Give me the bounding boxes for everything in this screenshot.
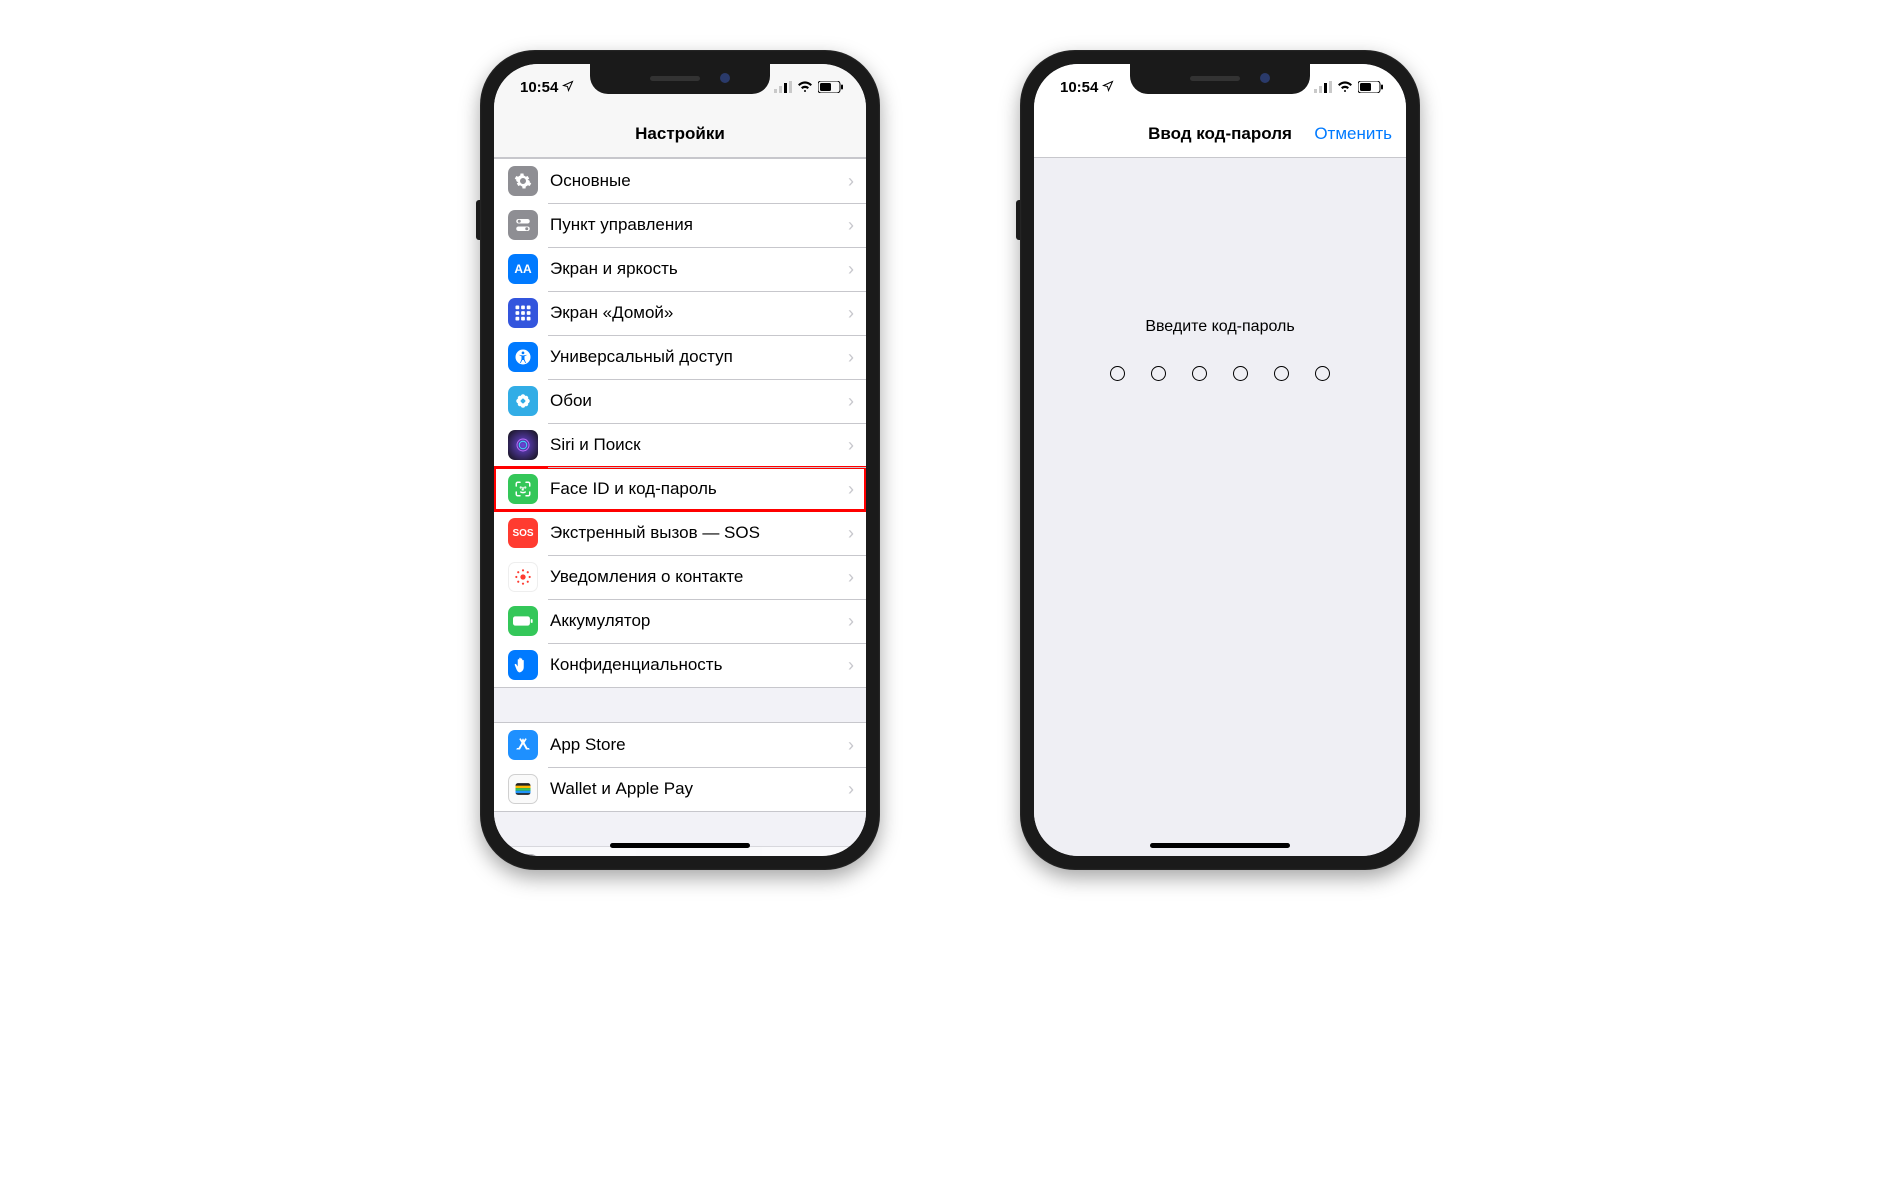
row-privacy[interactable]: Конфиденциальность › [494, 643, 866, 687]
screen-passcode: 10:54 Ввод код-пароля Отменить [1034, 64, 1406, 856]
row-label: Аккумулятор [550, 611, 848, 631]
row-label: Wallet и Apple Pay [550, 779, 848, 799]
chevron-right-icon: › [848, 304, 854, 322]
row-appstore[interactable]: App Store › [494, 723, 866, 767]
chevron-right-icon: › [848, 392, 854, 410]
cellular-icon [774, 81, 792, 93]
appstore-icon [508, 730, 538, 760]
passcode-dot [1192, 366, 1207, 381]
screen-settings: 10:54 Настройки [494, 64, 866, 856]
exposure-notification-icon [508, 562, 538, 592]
row-label: Экран «Домой» [550, 303, 848, 323]
gear-icon [508, 166, 538, 196]
notch [590, 64, 770, 94]
chevron-right-icon: › [848, 736, 854, 754]
accessibility-icon [508, 342, 538, 372]
battery-icon [508, 606, 538, 636]
chevron-right-icon: › [848, 260, 854, 278]
hand-icon [508, 650, 538, 680]
key-icon [508, 854, 538, 856]
row-label: Face ID и код-пароль [550, 479, 848, 499]
row-label: Обои [550, 391, 848, 411]
row-display[interactable]: AA Экран и яркость › [494, 247, 866, 291]
row-exposure[interactable]: Уведомления о контакте › [494, 555, 866, 599]
nav-bar-settings: Настройки [494, 110, 866, 158]
chevron-right-icon: › [848, 656, 854, 674]
row-battery[interactable]: Аккумулятор › [494, 599, 866, 643]
row-label: App Store [550, 735, 848, 755]
row-sos[interactable]: SOS Экстренный вызов — SOS › [494, 511, 866, 555]
wifi-icon [797, 81, 813, 93]
location-arrow-icon [1102, 79, 1114, 96]
chevron-right-icon: › [848, 348, 854, 366]
row-accessibility[interactable]: Универсальный доступ › [494, 335, 866, 379]
toggles-icon [508, 210, 538, 240]
status-right [774, 81, 844, 93]
row-label: Конфиденциальность [550, 655, 848, 675]
row-siri[interactable]: Siri и Поиск › [494, 423, 866, 467]
page-title: Ввод код-пароля [1148, 124, 1292, 144]
battery-icon [818, 81, 844, 93]
chevron-right-icon: › [848, 436, 854, 454]
notch [1130, 64, 1310, 94]
nav-bar-passcode: Ввод код-пароля Отменить [1034, 110, 1406, 158]
row-label: Экстренный вызов — SOS [550, 523, 848, 543]
settings-content[interactable]: Основные › Пункт управления › AA Экран и… [494, 158, 866, 856]
row-label: Основные [550, 171, 848, 191]
row-label: Уведомления о контакте [550, 567, 848, 587]
status-right [1314, 81, 1384, 93]
row-wallet[interactable]: Wallet и Apple Pay › [494, 767, 866, 811]
passcode-dot [1151, 366, 1166, 381]
row-faceid[interactable]: Face ID и код-пароль › [494, 467, 866, 511]
chevron-right-icon: › [848, 172, 854, 190]
home-indicator[interactable] [610, 843, 750, 848]
status-time: 10:54 [1060, 79, 1098, 96]
battery-icon [1358, 81, 1384, 93]
sos-icon: SOS [508, 518, 538, 548]
location-arrow-icon [562, 79, 574, 96]
passcode-prompt: Введите код-пароль [1145, 318, 1294, 336]
home-indicator[interactable] [1150, 843, 1290, 848]
passcode-dot [1110, 366, 1125, 381]
group-separator [494, 812, 866, 846]
chevron-right-icon: › [848, 480, 854, 498]
wifi-icon [1337, 81, 1353, 93]
row-wallpaper[interactable]: Обои › [494, 379, 866, 423]
row-label: Пункт управления [550, 215, 848, 235]
apps-grid-icon [508, 298, 538, 328]
passcode-dot [1274, 366, 1289, 381]
cancel-button[interactable]: Отменить [1314, 124, 1392, 144]
passcode-dot [1315, 366, 1330, 381]
passcode-dots[interactable] [1110, 366, 1330, 381]
chevron-right-icon: › [848, 568, 854, 586]
chevron-right-icon: › [848, 216, 854, 234]
status-left: 10:54 [520, 79, 574, 96]
settings-list-group-1: Основные › Пункт управления › AA Экран и… [494, 158, 866, 688]
passcode-dot [1233, 366, 1248, 381]
flower-icon [508, 386, 538, 416]
row-label: Экран и яркость [550, 259, 848, 279]
phone-frame-left: 10:54 Настройки [480, 50, 880, 870]
phone-frame-right: 10:54 Ввод код-пароля Отменить [1020, 50, 1420, 870]
status-time: 10:54 [520, 79, 558, 96]
chevron-right-icon: › [848, 612, 854, 630]
chevron-right-icon: › [848, 780, 854, 798]
group-separator [494, 688, 866, 722]
row-control-center[interactable]: Пункт управления › [494, 203, 866, 247]
row-passwords[interactable]: Пароли › [494, 847, 866, 856]
wallet-icon [508, 774, 538, 804]
chevron-right-icon: › [848, 524, 854, 542]
settings-list-group-2: App Store › Wallet и Apple Pay › [494, 722, 866, 812]
siri-icon [508, 430, 538, 460]
cellular-icon [1314, 81, 1332, 93]
row-general[interactable]: Основные › [494, 159, 866, 203]
text-size-icon: AA [508, 254, 538, 284]
row-home-screen[interactable]: Экран «Домой» › [494, 291, 866, 335]
page-title: Настройки [635, 124, 725, 144]
faceid-icon [508, 474, 538, 504]
row-label: Универсальный доступ [550, 347, 848, 367]
status-left: 10:54 [1060, 79, 1114, 96]
row-label: Siri и Поиск [550, 435, 848, 455]
passcode-area: Введите код-пароль [1034, 158, 1406, 856]
